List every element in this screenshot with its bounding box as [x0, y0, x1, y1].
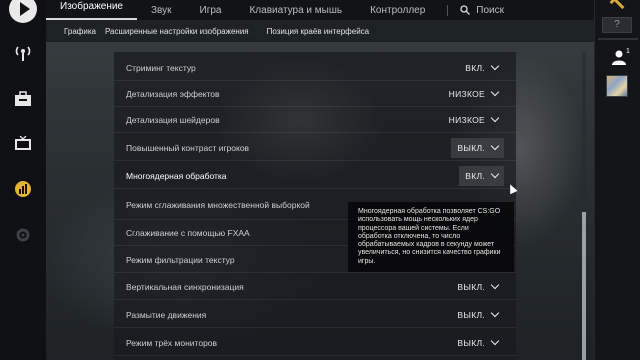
setting-tooltip: Многоядерная обработка позволяет CS:GO и…: [348, 202, 514, 272]
setting-dropdown[interactable]: НИЗКОЕ: [443, 84, 504, 104]
setting-row-shader-detail[interactable]: Детализация шейдеров НИЗКОЕ: [114, 107, 516, 133]
tab-keyboard-mouse[interactable]: Клавиатура и мышь: [235, 5, 356, 16]
settings-gear-icon[interactable]: [8, 220, 38, 250]
setting-label: Стриминг текстур: [126, 62, 196, 73]
setting-value: ВЫКЛ.: [457, 337, 485, 348]
setting-value: НИЗКОЕ: [448, 114, 485, 125]
setting-value: НИЗКОЕ: [448, 88, 485, 99]
search-label: Поиск: [476, 4, 504, 16]
tab-game[interactable]: Игра: [186, 5, 236, 16]
tab-sound[interactable]: Звук: [137, 5, 186, 16]
setting-dropdown[interactable]: ВКЛ.: [459, 165, 504, 186]
setting-dropdown[interactable]: ВЫКЛ.: [451, 277, 504, 297]
setting-dropdown[interactable]: ВЫКЛ.: [451, 333, 504, 353]
chevron-down-icon: [490, 308, 500, 318]
stats-icon[interactable]: [8, 174, 38, 204]
setting-row-effect-detail[interactable]: Детализация эффектов НИЗКОЕ: [114, 81, 516, 107]
setting-value: ВКЛ.: [465, 170, 485, 181]
inventory-icon[interactable]: [8, 84, 38, 114]
main-sidebar: [0, 0, 46, 360]
play-icon[interactable]: [8, 0, 38, 24]
friends-count: 1: [626, 48, 630, 55]
setting-value: ВЫКЛ.: [457, 142, 485, 153]
setting-value: ВЫКЛ.: [457, 309, 485, 320]
setting-row-vsync[interactable]: Вертикальная синхронизация ВЫКЛ.: [114, 274, 516, 300]
sub-navigation: Графика Расширенные настройки изображени…: [46, 20, 594, 42]
chevron-down-icon: [490, 87, 500, 97]
top-navigation: Изображение Звук Игра Клавиатура и мышь …: [46, 0, 594, 20]
chevron-down-icon: [490, 113, 500, 123]
chevron-down-icon: [490, 336, 500, 346]
subtab-advanced-image[interactable]: Расширенные настройки изображения: [105, 27, 267, 36]
setting-label: Режим сглаживания множественной выборкой: [126, 199, 310, 210]
setting-dropdown[interactable]: ВКЛ.: [459, 58, 504, 78]
setting-label: Режим фильтрации текстур: [126, 254, 235, 265]
setting-label: Сглаживание с помощью FXAA: [126, 227, 250, 238]
setting-label: Размытие движения: [126, 309, 207, 320]
setting-label: Вертикальная синхронизация: [126, 281, 244, 292]
tab-controller[interactable]: Контроллер: [356, 5, 439, 16]
chevron-down-icon: [490, 61, 500, 71]
setting-label: Повышенный контраст игроков: [126, 142, 250, 153]
setting-dropdown[interactable]: НИЗКОЕ: [443, 110, 504, 130]
help-button[interactable]: ?: [602, 17, 632, 33]
setting-dropdown[interactable]: ВЫКЛ.: [451, 305, 504, 325]
setting-value: ВЫКЛ.: [457, 281, 485, 292]
broadcast-icon[interactable]: [8, 38, 38, 68]
setting-label: Режим трёх мониторов: [126, 337, 218, 348]
chevron-down-icon: [490, 280, 500, 290]
avatar[interactable]: [606, 75, 628, 97]
setting-row-texture-streaming[interactable]: Стриминг текстур ВКЛ.: [114, 55, 516, 81]
chevron-down-icon: [490, 169, 500, 179]
setting-label: Детализация шейдеров: [126, 114, 220, 125]
setting-row-motion-blur[interactable]: Размытие движения ВЫКЛ.: [114, 302, 516, 328]
subtab-hud-edge-position[interactable]: Позиция краёв интерфейса: [267, 27, 378, 36]
setting-value: ВКЛ.: [465, 62, 485, 73]
setting-label: Многоядерная обработка: [126, 170, 227, 181]
scrollbar-thumb[interactable]: [582, 212, 586, 360]
divider: [598, 38, 638, 40]
tab-image[interactable]: Изображение: [46, 0, 137, 20]
tv-icon[interactable]: [8, 129, 38, 159]
setting-label: Детализация эффектов: [126, 88, 220, 99]
setting-row-multicore-rendering[interactable]: Многоядерная обработка ВКЛ.: [114, 163, 516, 189]
chevron-down-icon: [490, 141, 500, 151]
subtab-graphics[interactable]: Графика: [46, 27, 105, 36]
search-button[interactable]: Поиск: [447, 4, 504, 16]
setting-dropdown[interactable]: ВЫКЛ.: [451, 137, 504, 158]
rank-chevron-icon: [604, 0, 630, 12]
search-icon: [460, 5, 471, 15]
setting-row-triple-monitor[interactable]: Режим трёх мониторов ВЫКЛ.: [114, 330, 516, 356]
tooltip-text: Многоядерная обработка позволяет CS:GO и…: [358, 208, 501, 265]
setting-row-player-contrast[interactable]: Повышенный контраст игроков ВЫКЛ.: [114, 135, 516, 161]
